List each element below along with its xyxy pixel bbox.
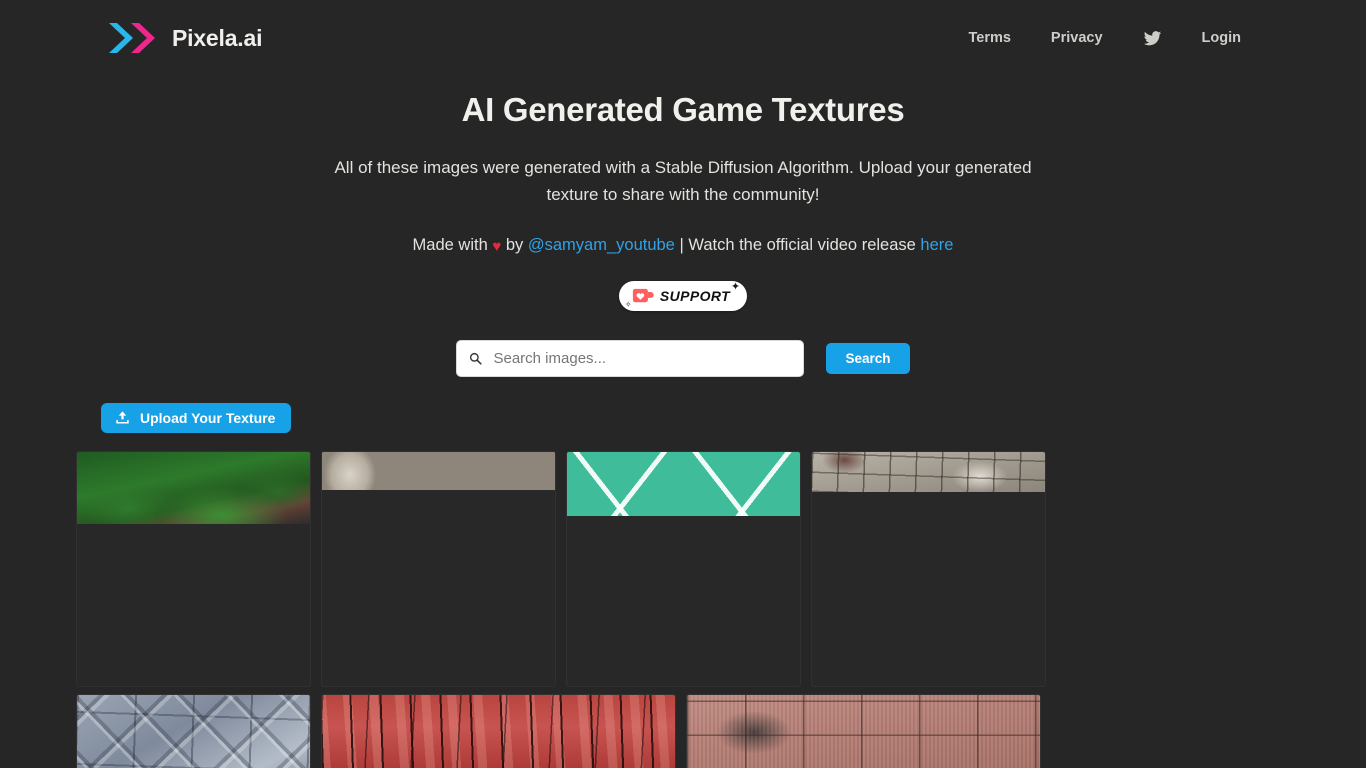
search-icon bbox=[469, 352, 482, 365]
brand-logo-link[interactable]: Pixela.ai bbox=[105, 20, 262, 56]
sparkle-icon: ✦ bbox=[731, 282, 740, 293]
hero-credit-line: Made with ♥ by @samyam_youtube | Watch t… bbox=[0, 233, 1366, 259]
page-title: AI Generated Game Textures bbox=[0, 90, 1366, 130]
nav-item-login[interactable]: Login bbox=[1182, 22, 1261, 54]
texture-green-tiles[interactable] bbox=[567, 452, 800, 516]
brand-name: Pixela.ai bbox=[172, 25, 262, 52]
texture-card[interactable] bbox=[76, 694, 311, 768]
upload-row: Upload Your Texture bbox=[0, 403, 1366, 433]
texture-card[interactable] bbox=[566, 451, 801, 687]
texture-cobblestone[interactable] bbox=[812, 452, 1045, 492]
credit-middle-text: Watch the official video release bbox=[688, 236, 915, 254]
twitter-icon bbox=[1143, 29, 1162, 48]
credit-separator: | bbox=[679, 236, 683, 254]
support-button-wrap: ✦ ✧ SUPPORT bbox=[0, 281, 1366, 311]
search-row: Search bbox=[0, 340, 1366, 377]
nav-item-privacy[interactable]: Privacy bbox=[1031, 22, 1123, 54]
texture-card[interactable] bbox=[76, 451, 311, 687]
texture-glass-blocks[interactable] bbox=[77, 695, 310, 768]
double-chevron-logo-icon bbox=[105, 20, 161, 56]
site-header: Pixela.ai Terms Privacy Login bbox=[0, 0, 1366, 76]
upload-texture-button[interactable]: Upload Your Texture bbox=[101, 403, 291, 433]
texture-moss-cliff[interactable] bbox=[77, 452, 310, 524]
credit-prefix: Made with bbox=[413, 236, 488, 254]
search-button[interactable]: Search bbox=[826, 343, 909, 374]
upload-texture-label: Upload Your Texture bbox=[140, 410, 275, 426]
nav-item-twitter[interactable] bbox=[1123, 21, 1182, 56]
texture-red-bark[interactable] bbox=[322, 695, 675, 768]
texture-pebbles[interactable] bbox=[322, 452, 555, 490]
support-button-label: SUPPORT bbox=[660, 288, 730, 304]
hero-section: AI Generated Game Textures All of these … bbox=[0, 76, 1366, 377]
texture-brick-wall[interactable] bbox=[687, 695, 1040, 768]
credit-video-link[interactable]: here bbox=[920, 236, 953, 254]
texture-gallery-grid bbox=[0, 451, 1366, 768]
texture-card[interactable] bbox=[321, 694, 676, 768]
search-input[interactable] bbox=[493, 350, 791, 367]
texture-card[interactable] bbox=[811, 451, 1046, 687]
sparkle-small-icon: ✧ bbox=[625, 301, 632, 309]
credit-author-link[interactable]: @samyam_youtube bbox=[528, 236, 675, 254]
credit-by: by bbox=[506, 236, 523, 254]
heart-icon: ♥ bbox=[492, 238, 501, 255]
support-button[interactable]: ✦ ✧ SUPPORT bbox=[619, 281, 747, 311]
main-nav: Terms Privacy Login bbox=[948, 21, 1261, 56]
hero-subtitle: All of these images were generated with … bbox=[333, 154, 1033, 208]
nav-item-terms[interactable]: Terms bbox=[948, 22, 1030, 54]
search-box[interactable] bbox=[456, 340, 804, 377]
coffee-cup-heart-icon bbox=[632, 288, 655, 304]
upload-icon bbox=[115, 410, 130, 425]
texture-card[interactable] bbox=[686, 694, 1041, 768]
texture-card[interactable] bbox=[321, 451, 556, 687]
